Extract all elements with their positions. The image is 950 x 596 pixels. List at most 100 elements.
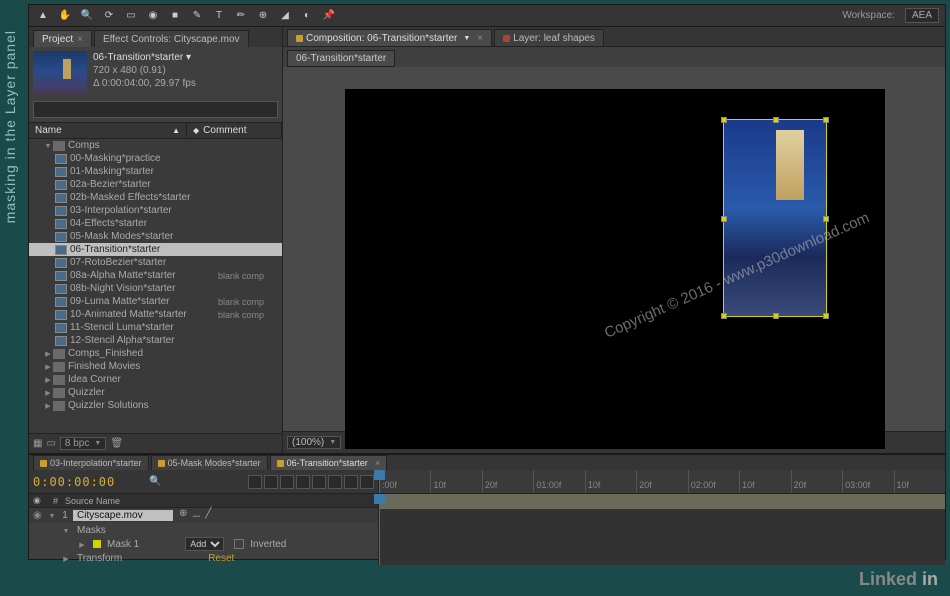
comp-info: 06-Transition*starter ▾ 720 x 480 (0.91)…: [93, 51, 196, 93]
project-search[interactable]: [33, 101, 278, 118]
tl-switch[interactable]: [296, 475, 310, 489]
comp-item[interactable]: 09-Luma Matte*starterblank comp: [29, 295, 282, 308]
folder[interactable]: Finished Movies: [29, 360, 282, 373]
comp-item[interactable]: 00-Masking*practice: [29, 152, 282, 165]
comp-item[interactable]: 11-Stencil Luma*starter: [29, 321, 282, 334]
timecode[interactable]: 0:00:00:00: [33, 475, 115, 489]
layer-row[interactable]: ◉ 1 Cityscape.mov ⊕－╱: [29, 508, 378, 523]
playhead-line[interactable]: [379, 494, 380, 565]
bpc-dropdown[interactable]: 8 bpc: [60, 437, 106, 450]
mask-handle[interactable]: [823, 117, 829, 123]
masks-group[interactable]: Masks: [29, 523, 378, 537]
folder-comps[interactable]: Comps: [29, 139, 282, 152]
eraser-tool[interactable]: ◢: [277, 8, 293, 24]
tl-tab[interactable]: 03-Interpolation*starter: [33, 455, 149, 470]
comp-icon: [296, 35, 303, 42]
hand-tool[interactable]: ✋: [57, 8, 73, 24]
tl-switch[interactable]: [248, 475, 262, 489]
toolbar: ▲ ✋ 🔍 ⟳ ▭ ◉ ■ ✎ T ✏ ⊕ ◢ ◐ 📌 Workspace: A…: [29, 5, 945, 27]
search-icon[interactable]: 🔍: [149, 476, 161, 487]
mask-mode-dropdown[interactable]: Add: [185, 537, 224, 551]
camera-tool[interactable]: ▭: [123, 8, 139, 24]
folder[interactable]: Quizzler: [29, 386, 282, 399]
comp-item[interactable]: 04-Effects*starter: [29, 217, 282, 230]
tl-switch[interactable]: [344, 475, 358, 489]
tab-composition[interactable]: Composition: 06-Transition*starter▼×: [287, 29, 492, 46]
col-source-name[interactable]: Source Name: [65, 496, 378, 506]
comp-item[interactable]: 07-RotoBezier*starter: [29, 256, 282, 269]
tab-effect-controls[interactable]: Effect Controls: Cityscape.mov: [94, 30, 249, 47]
comp-item[interactable]: 01-Masking*starter: [29, 165, 282, 178]
tab-project[interactable]: Project×: [33, 30, 92, 47]
linkedin-logo: Linked in: [859, 569, 938, 590]
comp-breadcrumb[interactable]: 06-Transition*starter: [287, 50, 395, 67]
track-area[interactable]: [379, 494, 945, 565]
folder[interactable]: Idea Corner: [29, 373, 282, 386]
composition-viewer[interactable]: [345, 89, 885, 449]
masked-layer: [724, 120, 826, 316]
zoom-tool[interactable]: 🔍: [79, 8, 95, 24]
comp-item[interactable]: 03-Interpolation*starter: [29, 204, 282, 217]
timeline-panel: 03-Interpolation*starter 05-Mask Modes*s…: [29, 453, 945, 559]
roto-tool[interactable]: ◐: [299, 8, 315, 24]
interpret-icon[interactable]: ▦: [33, 438, 42, 449]
folder-new-icon[interactable]: ▭: [46, 438, 55, 449]
layer-clip[interactable]: [379, 494, 945, 509]
comp-item-selected[interactable]: 06-Transition*starter: [29, 243, 282, 256]
col-name-header[interactable]: Name▲: [29, 123, 187, 138]
mask-handle[interactable]: [721, 216, 727, 222]
mask-handle[interactable]: [721, 117, 727, 123]
transform-group[interactable]: TransformReset: [29, 551, 378, 565]
trash-icon[interactable]: 🗑: [110, 438, 123, 449]
close-icon[interactable]: ×: [477, 33, 483, 44]
viewer-panel: Composition: 06-Transition*starter▼× Lay…: [283, 27, 945, 453]
layer-icon: [503, 35, 510, 42]
inverted-checkbox[interactable]: [234, 539, 244, 549]
mask-row[interactable]: Mask 1 Add Inverted: [29, 537, 378, 551]
mask-handle[interactable]: [721, 313, 727, 319]
comp-item[interactable]: 08a-Alpha Matte*starterblank comp: [29, 269, 282, 282]
rect-tool[interactable]: ■: [167, 8, 183, 24]
comp-item[interactable]: 08b-Night Vision*starter: [29, 282, 282, 295]
folder[interactable]: Comps_Finished: [29, 347, 282, 360]
rotate-tool[interactable]: ⟳: [101, 8, 117, 24]
close-icon[interactable]: ×: [77, 34, 83, 45]
tl-tab-active[interactable]: 06-Transition*starter×: [270, 455, 387, 470]
visibility-icon[interactable]: ◉: [33, 510, 47, 521]
comp-item[interactable]: 02b-Masked Effects*starter: [29, 191, 282, 204]
workspace-dropdown[interactable]: AEA: [905, 8, 939, 23]
clone-tool[interactable]: ⊕: [255, 8, 271, 24]
mask-handle[interactable]: [823, 313, 829, 319]
selection-tool[interactable]: ▲: [35, 8, 51, 24]
playhead[interactable]: [379, 470, 380, 493]
project-panel: Project× Effect Controls: Cityscape.mov …: [29, 27, 283, 453]
col-comment-header[interactable]: ◆Comment: [187, 123, 282, 138]
tl-switch[interactable]: [280, 475, 294, 489]
mask-handle[interactable]: [773, 313, 779, 319]
close-icon[interactable]: ×: [375, 458, 380, 468]
time-ruler[interactable]: :00f10f20f01:00f10f20f02:00f10f20f03:00f…: [379, 470, 945, 494]
tl-switch[interactable]: [328, 475, 342, 489]
pen-tool[interactable]: ✎: [189, 8, 205, 24]
puppet-tool[interactable]: 📌: [321, 8, 337, 24]
comp-item[interactable]: 02a-Bezier*starter: [29, 178, 282, 191]
pan-behind-tool[interactable]: ◉: [145, 8, 161, 24]
mask-handle[interactable]: [823, 216, 829, 222]
mask-handle[interactable]: [773, 117, 779, 123]
mask-selection[interactable]: [723, 119, 827, 317]
tl-switch[interactable]: [360, 475, 374, 489]
tab-layer[interactable]: Layer: leaf shapes: [494, 29, 604, 46]
comp-item[interactable]: 05-Mask Modes*starter: [29, 230, 282, 243]
workspace-label: Workspace:: [842, 10, 895, 21]
brush-tool[interactable]: ✏: [233, 8, 249, 24]
zoom-dropdown[interactable]: (100%): [287, 436, 341, 449]
tl-switch[interactable]: [264, 475, 278, 489]
project-footer: ▦ ▭ 8 bpc 🗑: [29, 433, 282, 453]
tl-tab[interactable]: 05-Mask Modes*starter: [151, 455, 268, 470]
comp-item[interactable]: 12-Stencil Alpha*starter: [29, 334, 282, 347]
folder[interactable]: Quizzler Solutions: [29, 399, 282, 412]
tl-switch[interactable]: [312, 475, 326, 489]
comp-item[interactable]: 10-Animated Matte*starterblank comp: [29, 308, 282, 321]
type-tool[interactable]: T: [211, 8, 227, 24]
layer-name[interactable]: Cityscape.mov: [73, 510, 173, 521]
